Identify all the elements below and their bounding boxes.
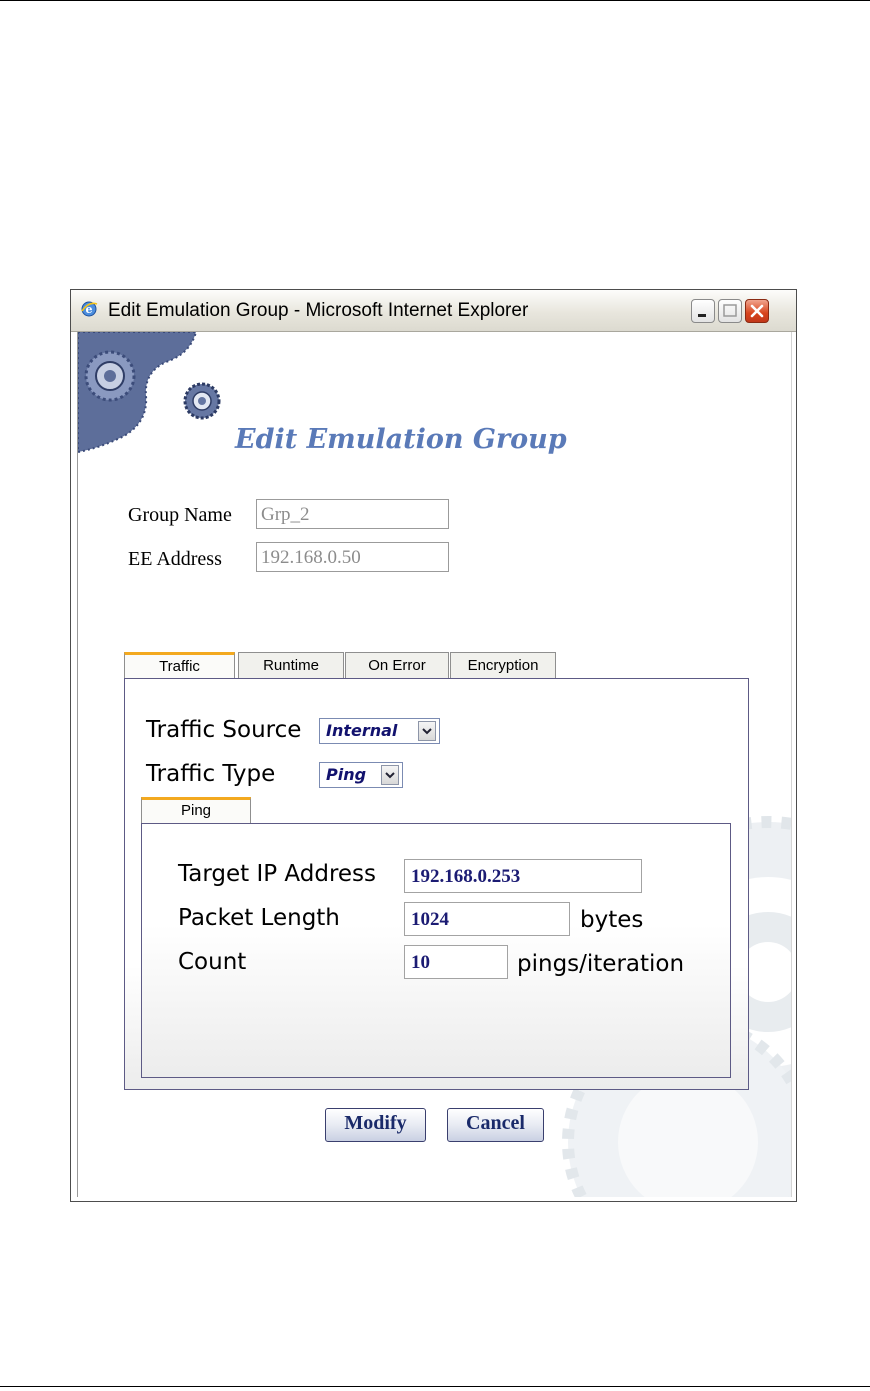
ee-address-label: EE Address: [128, 548, 222, 570]
traffic-source-value: Internal: [326, 721, 398, 740]
traffic-type-value: Ping: [326, 765, 367, 784]
ping-panel: Target IP Address 192.168.0.253 Packet L…: [141, 823, 731, 1078]
tab-traffic[interactable]: Traffic: [124, 652, 235, 679]
group-name-label: Group Name: [128, 504, 232, 526]
packet-length-unit: bytes: [580, 907, 644, 933]
chevron-down-icon[interactable]: [418, 721, 436, 741]
close-icon: [750, 304, 764, 318]
count-field[interactable]: 10: [404, 945, 508, 979]
title-bar[interactable]: e Edit Emulation Group - Microsoft Inter…: [71, 290, 796, 332]
chevron-down-icon[interactable]: [381, 765, 399, 785]
target-ip-label: Target IP Address: [178, 861, 377, 887]
target-ip-field[interactable]: 192.168.0.253: [404, 859, 642, 893]
maximize-icon: [723, 304, 737, 317]
maximize-button[interactable]: [718, 299, 742, 323]
traffic-tab-panel: Traffic Source Internal Traffic Type Pin…: [124, 678, 749, 1090]
tab-ping[interactable]: Ping: [141, 797, 251, 825]
dialog-content: Edit Emulation Group Group Name Grp_2 EE…: [77, 332, 792, 1197]
tab-encryption[interactable]: Encryption: [450, 652, 556, 678]
ee-address-field[interactable]: 192.168.0.50: [256, 542, 449, 572]
minimize-icon: [698, 314, 706, 317]
traffic-type-select[interactable]: Ping: [319, 762, 403, 788]
traffic-type-label: Traffic Type: [146, 761, 276, 787]
count-label: Count: [178, 949, 247, 975]
window-title: Edit Emulation Group - Microsoft Interne…: [108, 300, 529, 321]
modify-button[interactable]: Modify: [325, 1108, 426, 1142]
page-top-rule: [0, 0, 870, 1]
ie-icon: e: [81, 301, 98, 317]
cancel-button[interactable]: Cancel: [447, 1108, 544, 1142]
count-unit: pings/iteration: [517, 951, 685, 977]
page-bottom-rule: [0, 1386, 870, 1387]
traffic-source-select[interactable]: Internal: [319, 718, 440, 744]
group-name-field[interactable]: Grp_2: [256, 499, 449, 529]
ie-window: e Edit Emulation Group - Microsoft Inter…: [70, 289, 797, 1202]
packet-length-label: Packet Length: [178, 905, 340, 931]
close-button[interactable]: [745, 299, 769, 323]
packet-length-field[interactable]: 1024: [404, 902, 570, 936]
tab-on-error[interactable]: On Error: [345, 652, 449, 678]
tab-runtime[interactable]: Runtime: [238, 652, 344, 678]
traffic-source-label: Traffic Source: [146, 717, 302, 743]
minimize-button[interactable]: [691, 299, 715, 323]
dialog-heading: Edit Emulation Group: [235, 424, 567, 455]
